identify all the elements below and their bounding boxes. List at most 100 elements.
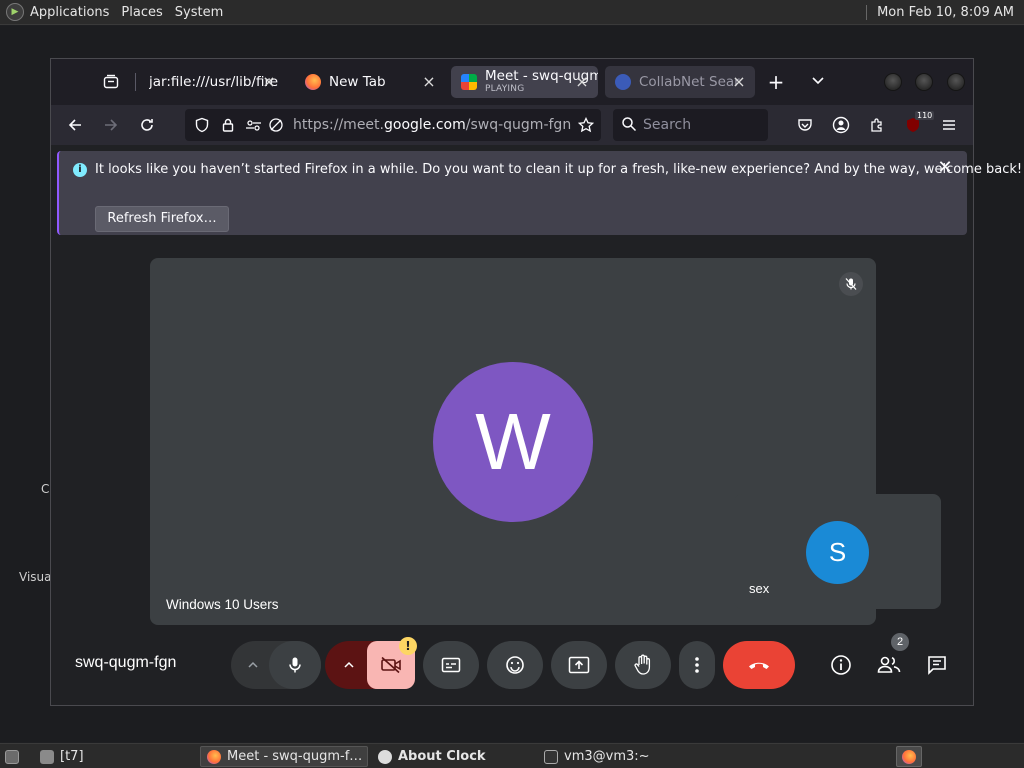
participant-count-badge: 2 (891, 633, 909, 651)
video-settings-button[interactable] (333, 649, 365, 681)
tab-collabnet[interactable]: CollabNet Sear × (605, 66, 755, 98)
captions-button[interactable] (423, 641, 479, 689)
url-bar[interactable]: https://meet.google.com/swq-qugm-fgn (185, 109, 601, 141)
url-path: /swq-qugm-fgn (465, 117, 572, 133)
tab-jar-file[interactable]: jar:file:///usr/lib/fire × (139, 66, 285, 98)
lock-icon[interactable] (219, 116, 237, 134)
camera-off-icon (381, 656, 401, 674)
emoji-reactions-button[interactable] (487, 641, 543, 689)
close-icon[interactable]: × (421, 74, 437, 90)
arrow-right-icon (105, 119, 118, 131)
top-panel: ▶ Applications Places System Mon Feb 10,… (0, 0, 1024, 25)
desktop-icon-label: C (41, 482, 50, 496)
audio-settings-button[interactable] (237, 649, 269, 681)
taskbar-item-terminal[interactable]: vm3@vm3:~ (538, 746, 698, 767)
present-screen-button[interactable] (551, 641, 607, 689)
permissions-icon[interactable] (245, 116, 263, 134)
applications-menu-label: Applications (30, 4, 110, 20)
present-screen-icon (568, 656, 590, 674)
pocket-button[interactable] (793, 113, 817, 137)
clock-icon (378, 749, 392, 764)
taskbar-item-t7[interactable]: [t7] (34, 746, 194, 767)
account-icon (832, 116, 850, 134)
taskbar-item-meet[interactable]: Meet - swq-qugm-f… (200, 746, 368, 767)
system-menu[interactable]: System (169, 0, 229, 25)
extensions-button[interactable] (865, 113, 889, 137)
tab-title: CollabNet Sear (639, 74, 740, 90)
extension-badge: 110 (915, 111, 935, 120)
leave-call-button[interactable] (723, 641, 795, 689)
chat-icon (928, 656, 946, 675)
account-button[interactable] (829, 113, 853, 137)
app-menu-button[interactable] (937, 113, 961, 137)
info-icon (831, 655, 851, 675)
folder-icon (40, 749, 54, 764)
close-notification-button[interactable]: ✕ (935, 159, 955, 179)
close-icon[interactable]: × (261, 74, 277, 90)
panel-separator (866, 4, 868, 20)
more-vert-icon (695, 657, 699, 673)
chat-button[interactable] (921, 649, 953, 681)
taskbar-item-label: Meet - swq-qugm-f… (227, 749, 363, 764)
autoplay-blocked-icon[interactable] (267, 116, 285, 134)
taskbar-item-label: About Clock (398, 749, 486, 764)
tab-title: New Tab (329, 74, 386, 90)
people-button[interactable] (873, 649, 905, 681)
firefox-icon (305, 74, 321, 90)
bottom-taskbar: [t7] Meet - swq-qugm-f… About Clock vm3@… (0, 743, 1024, 768)
tracking-protection-icon[interactable] (193, 116, 211, 134)
tab-separator (135, 73, 136, 91)
close-window-button[interactable] (947, 73, 965, 91)
show-desktop-button[interactable] (2, 746, 24, 767)
ublock-extension-button[interactable]: 110 (901, 111, 935, 137)
applications-menu[interactable]: ▶ Applications (0, 0, 115, 25)
url-prefix: https://meet. (293, 117, 384, 133)
new-tab-button[interactable]: + (764, 71, 788, 95)
firefox-view-button[interactable] (91, 68, 131, 96)
maximize-button[interactable] (915, 73, 933, 91)
meeting-details-button[interactable] (825, 649, 857, 681)
hamburger-menu-icon (943, 120, 955, 130)
panel-clock[interactable]: Mon Feb 10, 8:09 AM (877, 5, 1024, 20)
firefox-icon (902, 749, 916, 764)
microphone-button[interactable] (269, 641, 321, 689)
workspace-switcher[interactable] (896, 746, 922, 767)
tab-bar: jar:file:///usr/lib/fire × New Tab × Mee… (51, 59, 973, 105)
terminal-icon (544, 749, 558, 764)
search-placeholder: Search (643, 117, 692, 133)
tab-new-tab[interactable]: New Tab × (295, 66, 445, 98)
reload-button[interactable] (133, 111, 161, 139)
info-icon: i (73, 163, 87, 177)
minimize-button[interactable] (884, 73, 902, 91)
avatar: W (433, 362, 593, 522)
collabnet-icon (615, 74, 631, 90)
taskbar-item-about-clock[interactable]: About Clock (372, 746, 532, 767)
mic-muted-indicator (839, 272, 863, 296)
more-options-button[interactable] (679, 641, 715, 689)
meeting-code: swq-qugm-fgn (75, 654, 177, 671)
places-menu[interactable]: Places (115, 0, 168, 25)
closed-captions-icon (441, 657, 461, 673)
back-button[interactable] (61, 111, 89, 139)
arrow-left-icon (68, 119, 81, 131)
url-domain: google.com (384, 117, 466, 133)
emoji-icon (506, 656, 524, 674)
search-icon (622, 117, 637, 132)
close-icon[interactable]: × (574, 74, 590, 90)
tab-meet[interactable]: Meet - swq-qugm PLAYING × (451, 66, 598, 98)
participant-tile-self[interactable]: S sex (734, 494, 941, 609)
people-icon (877, 656, 901, 673)
bookmark-star-icon[interactable] (577, 116, 595, 134)
forward-button[interactable] (97, 111, 125, 139)
list-all-tabs-button[interactable] (806, 71, 830, 95)
search-bar[interactable]: Search (613, 109, 768, 141)
avatar: S (806, 521, 869, 584)
refresh-firefox-button[interactable]: Refresh Firefox… (95, 206, 229, 232)
system-menu-label: System (174, 4, 224, 20)
refresh-firefox-notification: i It looks like you haven’t started Fire… (57, 151, 1022, 235)
close-icon[interactable]: × (731, 74, 747, 90)
raise-hand-button[interactable] (615, 641, 671, 689)
firefox-icon (207, 749, 221, 764)
chevron-up-icon (344, 661, 354, 668)
chevron-up-icon (248, 661, 258, 668)
